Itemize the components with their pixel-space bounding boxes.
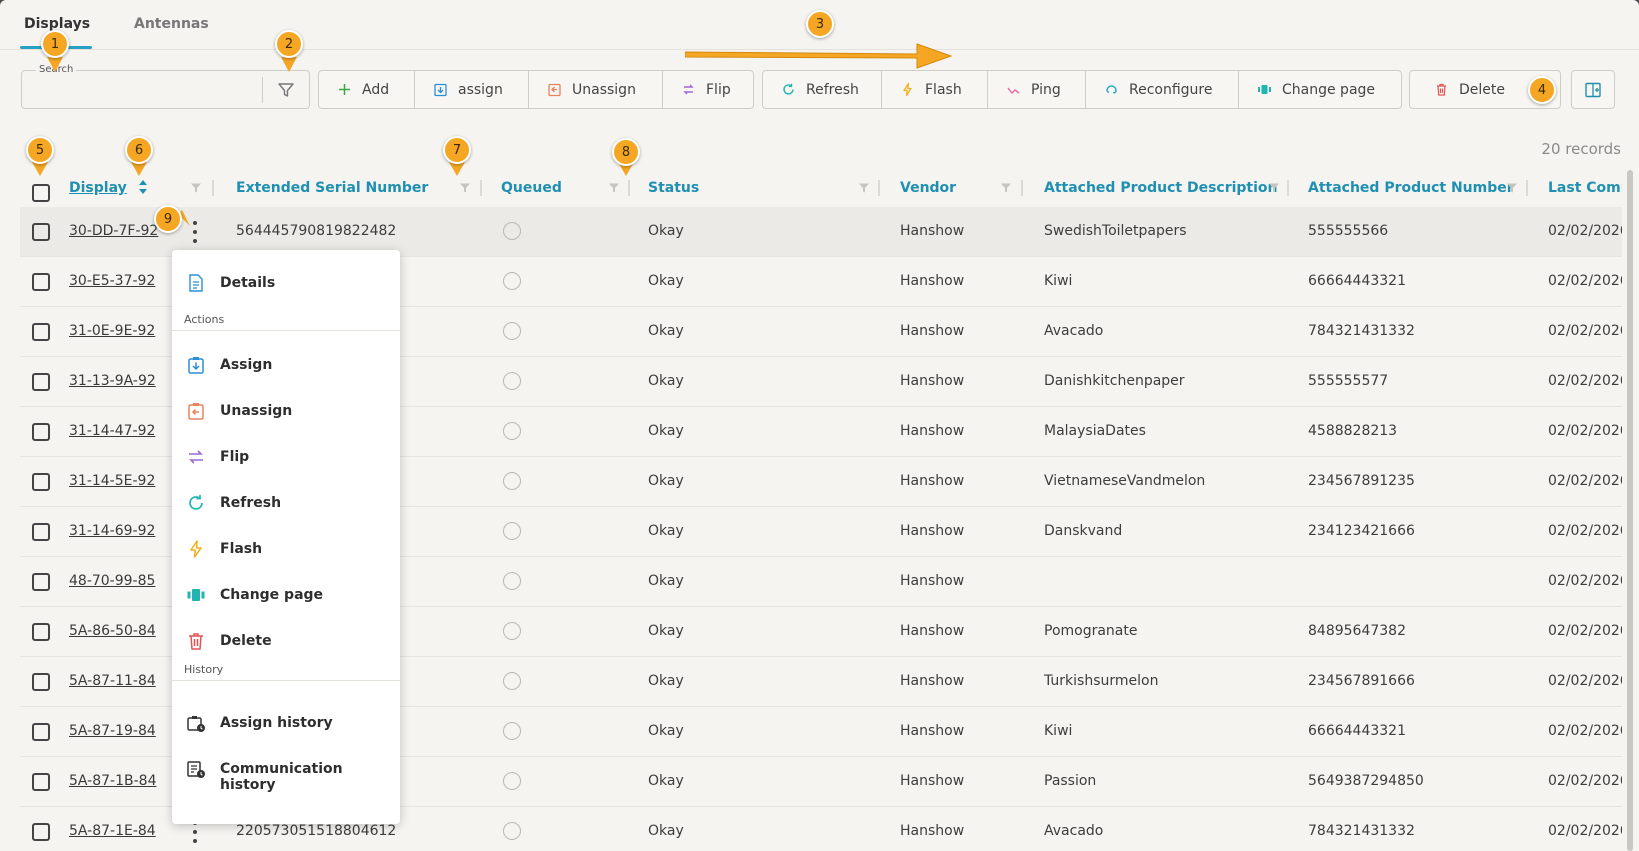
app-window: Displays Antennas Search Add assign Unas… bbox=[0, 0, 1639, 851]
callout-badge: 9 bbox=[154, 205, 182, 233]
callout-badge: 7 bbox=[443, 136, 471, 164]
callout-badge: 5 bbox=[26, 136, 54, 164]
callout-pointers bbox=[32, 20, 1550, 226]
callout-badge: 3 bbox=[806, 10, 834, 38]
callout-badge: 1 bbox=[41, 30, 69, 58]
callout-badge: 6 bbox=[125, 136, 153, 164]
callout-badge: 8 bbox=[612, 138, 640, 166]
callout-badge: 2 bbox=[275, 30, 303, 58]
callout-badge: 4 bbox=[1528, 76, 1556, 104]
